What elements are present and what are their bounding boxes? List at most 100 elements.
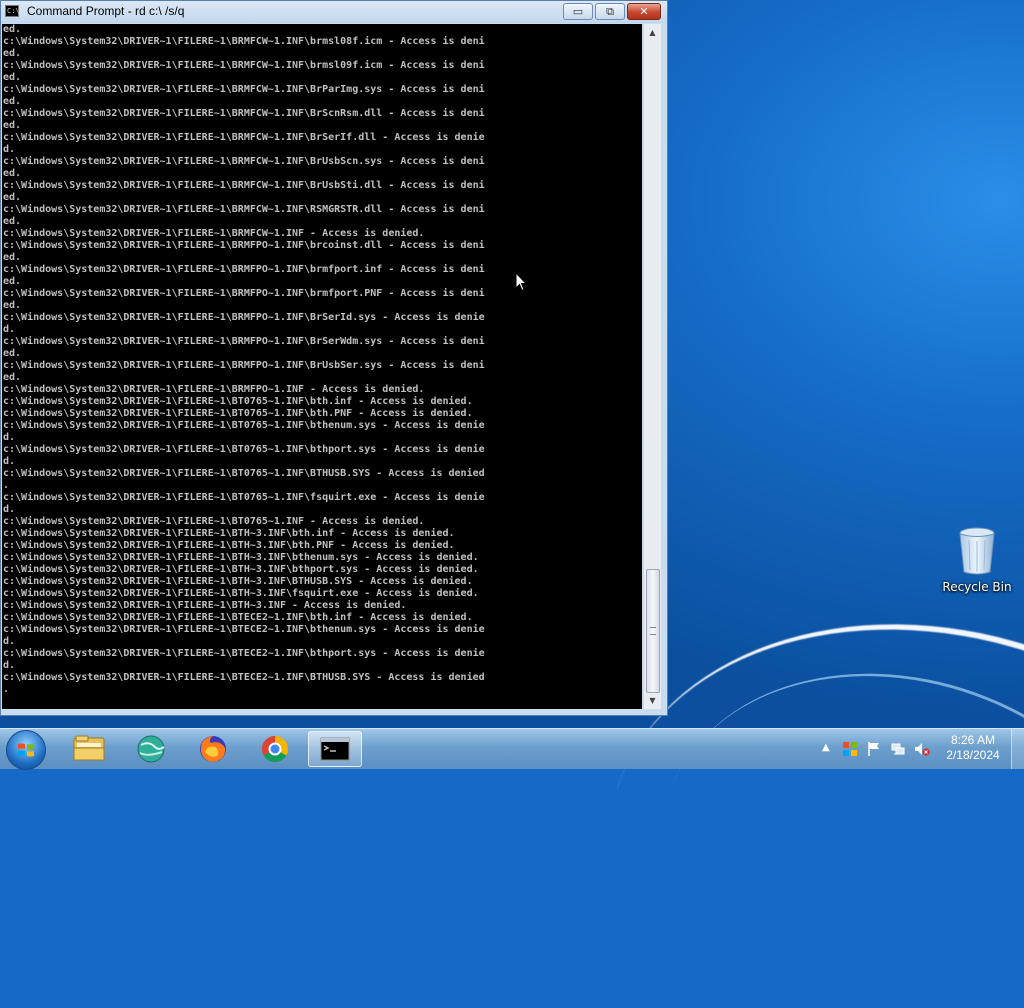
taskbar-explorer-button[interactable]	[62, 731, 116, 767]
folder-icon	[73, 735, 105, 761]
chrome-icon	[261, 735, 289, 763]
console-line: ed.	[3, 192, 22, 203]
window-bottom-border	[2, 709, 666, 715]
scrollbar-grip-icon	[650, 627, 656, 635]
console-line: c:\Windows\System32\DRIVER~1\FILERE~1\BR…	[3, 264, 485, 275]
console-line: c:\Windows\System32\DRIVER~1\FILERE~1\BT…	[3, 492, 485, 503]
console-line: ed.	[3, 48, 22, 59]
desktop-icon-label: Recycle Bin	[942, 580, 1012, 594]
console-line: c:\Windows\System32\DRIVER~1\FILERE~1\BT…	[3, 612, 473, 623]
console-line: c:\Windows\System32\DRIVER~1\FILERE~1\BT…	[3, 516, 425, 527]
console-line: d.	[3, 504, 16, 515]
console-line: c:\Windows\System32\DRIVER~1\FILERE~1\BR…	[3, 108, 485, 119]
console-line: c:\Windows\System32\DRIVER~1\FILERE~1\BT…	[3, 420, 485, 431]
command-prompt-window[interactable]: C:\ Command Prompt - rd c:\ /s/q ▭ ⧉ ✕ e…	[0, 0, 668, 716]
close-icon: ✕	[639, 5, 649, 18]
taskbar-chrome-button[interactable]	[248, 731, 302, 767]
console-line: c:\Windows\System32\DRIVER~1\FILERE~1\BR…	[3, 132, 485, 143]
console-line: .	[3, 684, 10, 695]
console-line: c:\Windows\System32\DRIVER~1\FILERE~1\BR…	[3, 240, 485, 251]
window-titlebar[interactable]: C:\ Command Prompt - rd c:\ /s/q ▭ ⧉ ✕	[1, 1, 667, 23]
console-output[interactable]: ed. c:\Windows\System32\DRIVER~1\FILERE~1…	[2, 24, 642, 709]
console-line: ed.	[3, 252, 22, 263]
clock-date: 2/18/2024	[946, 748, 1000, 762]
restore-icon: ⧉	[606, 5, 614, 18]
console-line: c:\Windows\System32\DRIVER~1\FILERE~1\BT…	[3, 564, 479, 575]
console-line: c:\Windows\System32\DRIVER~1\FILERE~1\BT…	[3, 588, 479, 599]
recycle-bin-icon	[959, 527, 995, 575]
taskbar-firefox-button[interactable]	[186, 731, 240, 767]
console-line: ed.	[3, 120, 22, 131]
console-line: ed.	[3, 216, 22, 227]
console-line: ed.	[3, 72, 22, 83]
show-desktop-button[interactable]	[1011, 729, 1024, 769]
maximize-button[interactable]: ⧉	[595, 3, 625, 20]
console-line: ed.	[3, 96, 22, 107]
network-icon[interactable]	[890, 741, 906, 757]
mouse-pointer-icon	[515, 272, 527, 292]
console-line: ed.	[3, 348, 22, 359]
console-line: c:\Windows\System32\DRIVER~1\FILERE~1\BR…	[3, 180, 485, 191]
scroll-down-arrow-icon[interactable]: ▼	[644, 692, 661, 709]
console-line: c:\Windows\System32\DRIVER~1\FILERE~1\BT…	[3, 648, 485, 659]
console-line: ed.	[3, 372, 22, 383]
scroll-up-arrow-icon[interactable]: ▲	[644, 24, 661, 41]
console-line: .	[3, 480, 10, 491]
console-line: ed.	[3, 168, 22, 179]
cmd-icon: C:\	[5, 5, 20, 17]
show-hidden-icons-icon[interactable]: ▲	[822, 742, 830, 753]
console-line: c:\Windows\System32\DRIVER~1\FILERE~1\BT…	[3, 672, 485, 683]
console-line: c:\Windows\System32\DRIVER~1\FILERE~1\BR…	[3, 228, 425, 239]
windows-logo-icon	[18, 743, 34, 757]
console-line: ed.	[3, 276, 22, 287]
console-line: c:\Windows\System32\DRIVER~1\FILERE~1\BR…	[3, 336, 485, 347]
console-line: d.	[3, 660, 16, 671]
action-center-icon[interactable]	[842, 741, 858, 757]
console-line: d.	[3, 636, 16, 647]
start-button[interactable]	[6, 730, 46, 770]
console-line: c:\Windows\System32\DRIVER~1\FILERE~1\BT…	[3, 576, 473, 587]
console-line: c:\Windows\System32\DRIVER~1\FILERE~1\BT…	[3, 468, 485, 479]
console-line: c:\Windows\System32\DRIVER~1\FILERE~1\BT…	[3, 528, 455, 539]
console-line: c:\Windows\System32\DRIVER~1\FILERE~1\BR…	[3, 84, 485, 95]
console-line: c:\Windows\System32\DRIVER~1\FILERE~1\BT…	[3, 444, 485, 455]
taskbar-clock[interactable]: 8:26 AM 2/18/2024	[938, 733, 1008, 763]
close-button[interactable]: ✕	[627, 3, 661, 20]
console-line: d.	[3, 432, 16, 443]
console-line: c:\Windows\System32\DRIVER~1\FILERE~1\BR…	[3, 360, 485, 371]
minimize-icon: ▭	[572, 5, 584, 18]
clock-time: 8:26 AM	[950, 733, 996, 747]
console-line: d.	[3, 324, 16, 335]
console-line: c:\Windows\System32\DRIVER~1\FILERE~1\BT…	[3, 396, 473, 407]
minimize-button[interactable]: ▭	[563, 3, 593, 20]
console-line: c:\Windows\System32\DRIVER~1\FILERE~1\BR…	[3, 36, 485, 47]
taskbar: ▲ 8:26 AM 2/18/2024	[0, 728, 1024, 770]
console-line: c:\Windows\System32\DRIVER~1\FILERE~1\BR…	[3, 156, 485, 167]
flag-icon[interactable]	[866, 741, 882, 757]
firefox-icon	[200, 736, 226, 762]
console-line: c:\Windows\System32\DRIVER~1\FILERE~1\BR…	[3, 204, 485, 215]
console-line: c:\Windows\System32\DRIVER~1\FILERE~1\BT…	[3, 600, 407, 611]
window-title: Command Prompt - rd c:\ /s/q	[27, 4, 185, 18]
system-tray: ▲ 8:26 AM 2/18/2024	[818, 729, 1024, 769]
console-line: c:\Windows\System32\DRIVER~1\FILERE~1\BR…	[3, 312, 485, 323]
console-line: c:\Windows\System32\DRIVER~1\FILERE~1\BR…	[3, 288, 485, 299]
console-line: d.	[3, 144, 16, 155]
taskbar-globe-app-button[interactable]	[124, 731, 178, 767]
desktop-icon-recycle-bin[interactable]: Recycle Bin	[940, 526, 1014, 594]
console-line: c:\Windows\System32\DRIVER~1\FILERE~1\BT…	[3, 540, 455, 551]
cmd-icon	[320, 737, 350, 761]
console-line: c:\Windows\System32\DRIVER~1\FILERE~1\BR…	[3, 60, 485, 71]
console-line: c:\Windows\System32\DRIVER~1\FILERE~1\BT…	[3, 408, 473, 419]
taskbar-cmd-button[interactable]	[308, 731, 362, 767]
console-line: c:\Windows\System32\DRIVER~1\FILERE~1\BT…	[3, 624, 485, 635]
volume-muted-icon[interactable]	[914, 741, 930, 757]
globe-icon	[137, 735, 165, 763]
console-line: ed.	[3, 300, 22, 311]
console-line: c:\Windows\System32\DRIVER~1\FILERE~1\BR…	[3, 384, 425, 395]
console-line: d.	[3, 456, 16, 467]
vertical-scrollbar[interactable]: ▲ ▼	[643, 24, 661, 709]
console-line: ed.	[3, 24, 22, 35]
console-line: c:\Windows\System32\DRIVER~1\FILERE~1\BT…	[3, 552, 479, 563]
scrollbar-thumb[interactable]	[646, 569, 660, 693]
